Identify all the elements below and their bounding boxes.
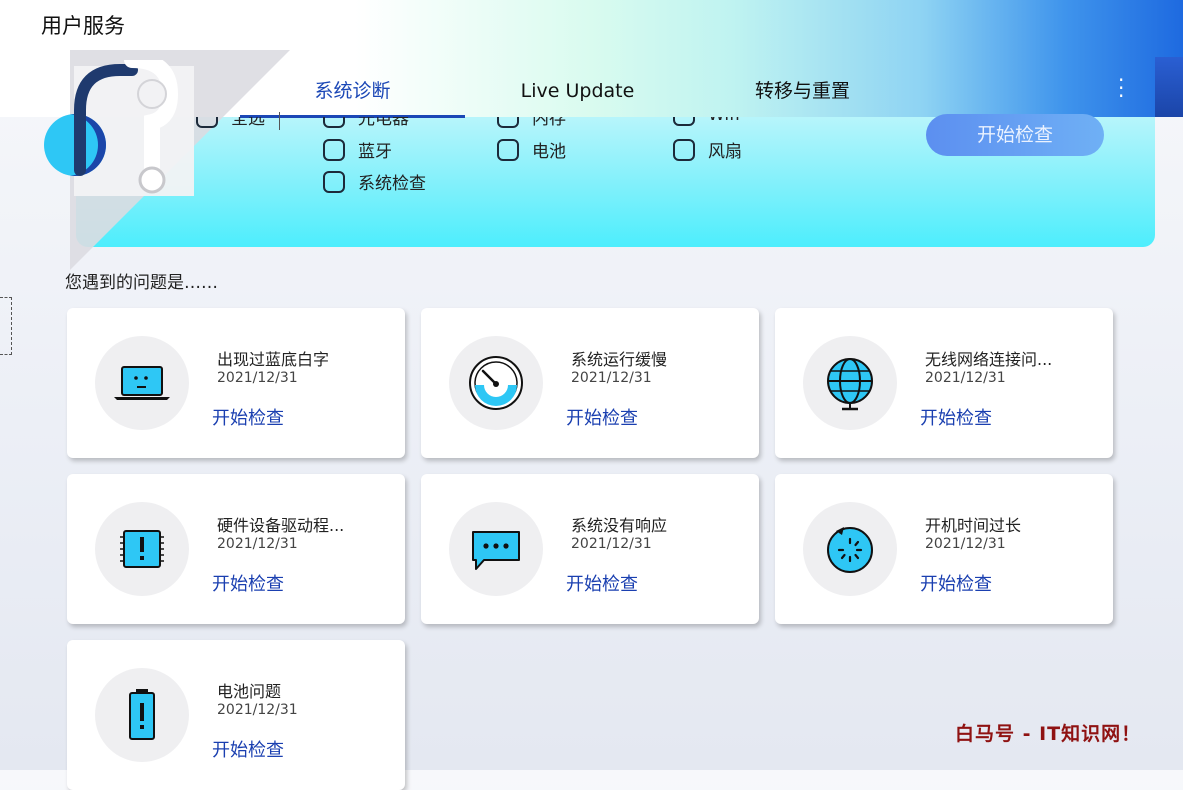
chip-alert-icon — [120, 530, 164, 568]
checkbox-system-check[interactable]: 系统检查 — [323, 169, 426, 194]
card-start-check-link[interactable]: 开始检查 — [212, 570, 284, 596]
card-date: 2021/12/31 — [217, 536, 298, 552]
checkbox-fan[interactable]: 风扇 — [673, 137, 742, 162]
checkbox-bluetooth[interactable]: 蓝牙 — [323, 137, 392, 162]
card-date: 2021/12/31 — [571, 536, 652, 552]
card-start-check-link[interactable]: 开始检查 — [920, 404, 992, 430]
problem-card-bsod[interactable]: 出现过蓝底白字 2021/12/31 开始检查 — [67, 308, 405, 458]
card-start-check-link[interactable]: 开始检查 — [566, 404, 638, 430]
card-title: 无线网络连接问... — [925, 350, 1053, 369]
card-title: 出现过蓝底白字 — [217, 350, 330, 369]
app-title: 用户服务 — [41, 14, 125, 38]
wrench-icon — [74, 60, 179, 194]
speedometer-icon — [469, 356, 523, 410]
problem-card-not-responding[interactable]: 系统没有响应 2021/12/31 开始检查 — [421, 474, 759, 624]
card-title: 开机时间过长 — [925, 516, 1022, 535]
problems-heading: 您遇到的问题是…… — [65, 273, 218, 293]
globe-icon — [827, 358, 873, 411]
watermark: 白马号 - IT知识网！ — [955, 723, 1142, 745]
divider — [279, 112, 280, 130]
loading-clock-icon — [827, 527, 873, 573]
chat-bubble-icon — [472, 531, 520, 570]
problem-card-slow-system[interactable]: 系统运行缓慢 2021/12/31 开始检查 — [421, 308, 759, 458]
edge-handle[interactable] — [0, 297, 12, 355]
checkbox-battery[interactable]: 电池 — [497, 137, 566, 162]
problem-card-battery[interactable]: 电池问题 2021/12/31 开始检查 — [67, 640, 405, 790]
tab-live-update[interactable]: Live Update — [465, 70, 690, 115]
problem-card-driver[interactable]: 硬件设备驱动程... 2021/12/31 开始检查 — [67, 474, 405, 624]
card-date: 2021/12/31 — [571, 370, 652, 386]
tab-bar: 系统诊断 Live Update 转移与重置 — [240, 70, 915, 118]
card-title: 硬件设备驱动程... — [217, 516, 345, 535]
tab-system-diagnosis[interactable]: 系统诊断 — [240, 70, 465, 118]
card-start-check-link[interactable]: 开始检查 — [212, 736, 284, 762]
start-check-button[interactable]: 开始检查 — [926, 114, 1104, 156]
problem-card-wireless[interactable]: 无线网络连接问... 2021/12/31 开始检查 — [775, 308, 1113, 458]
tab-transfer-reset[interactable]: 转移与重置 — [690, 70, 915, 115]
card-title: 系统没有响应 — [571, 516, 668, 535]
card-start-check-link[interactable]: 开始检查 — [566, 570, 638, 596]
problem-card-slow-boot[interactable]: 开机时间过长 2021/12/31 开始检查 — [775, 474, 1113, 624]
card-date: 2021/12/31 — [217, 702, 298, 718]
card-title: 电池问题 — [217, 682, 282, 701]
corner-decoration — [1155, 57, 1183, 117]
card-date: 2021/12/31 — [217, 370, 298, 386]
battery-alert-icon — [129, 689, 155, 740]
more-menu-icon[interactable]: · · · — [1118, 70, 1124, 106]
card-title: 系统运行缓慢 — [571, 350, 668, 369]
card-date: 2021/12/31 — [925, 370, 1006, 386]
card-start-check-link[interactable]: 开始检查 — [212, 404, 284, 430]
card-start-check-link[interactable]: 开始检查 — [920, 570, 992, 596]
laptop-icon — [114, 366, 170, 400]
card-date: 2021/12/31 — [925, 536, 1006, 552]
